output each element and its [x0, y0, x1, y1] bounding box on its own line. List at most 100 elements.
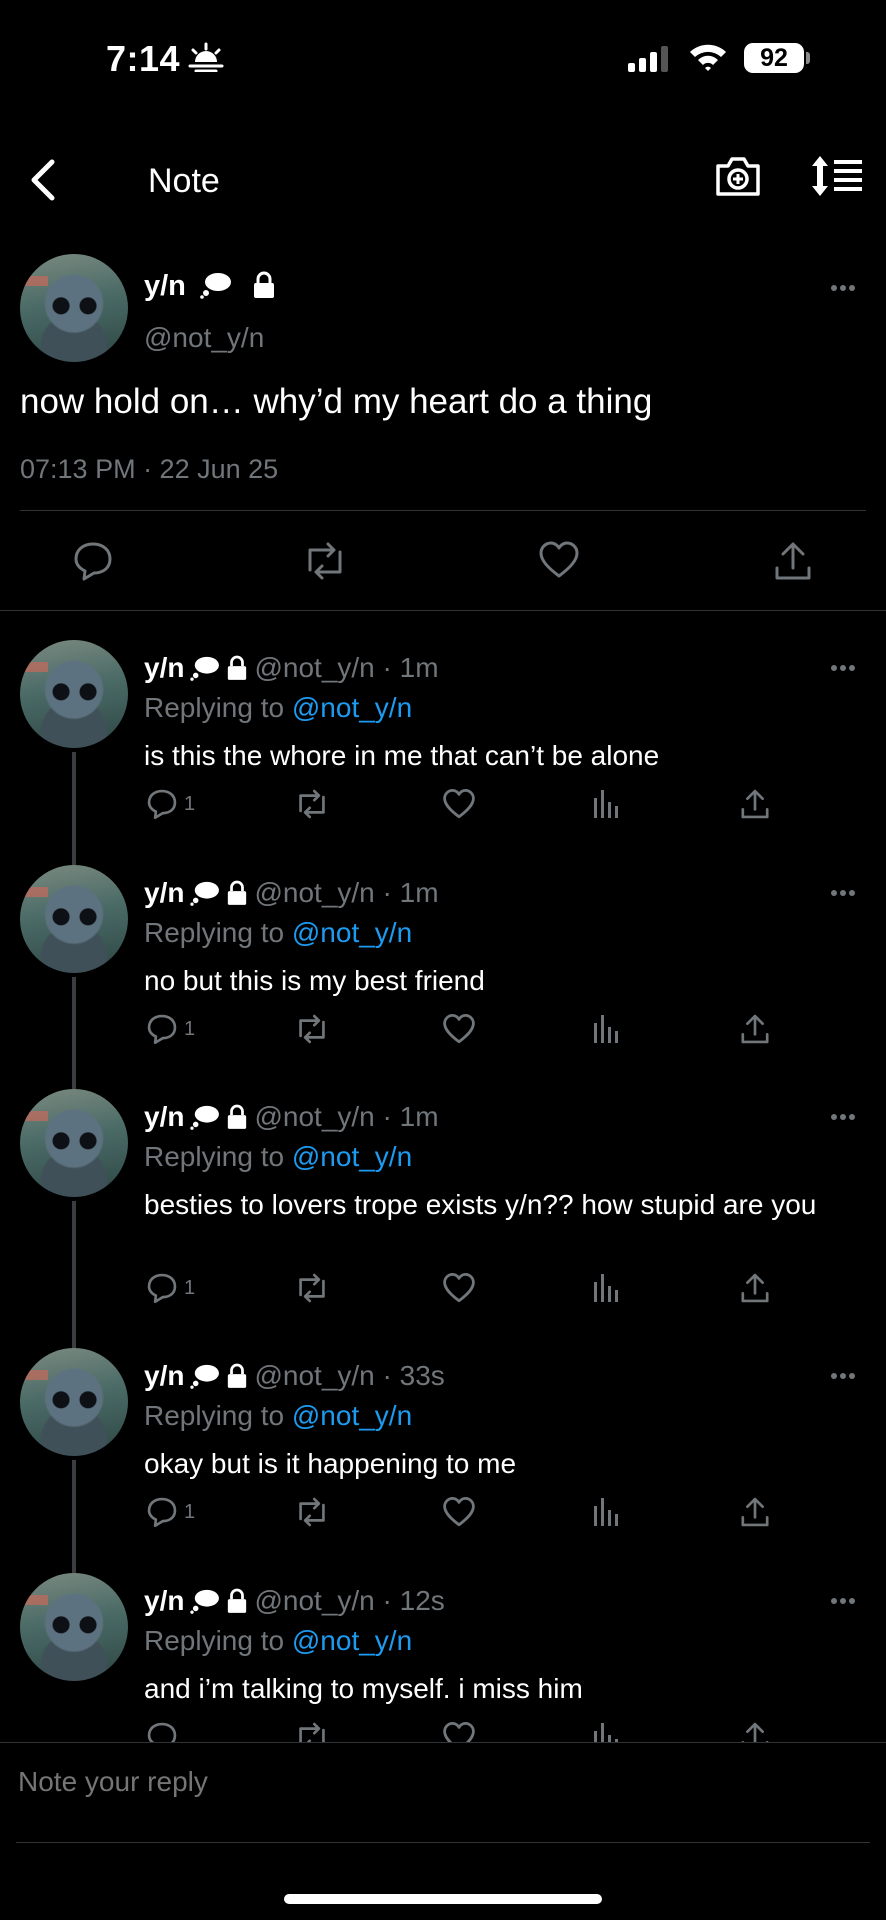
heart-icon[interactable]	[442, 788, 476, 820]
share-icon[interactable]	[739, 1272, 771, 1304]
replying-prefix: Replying to	[144, 1400, 292, 1431]
author-name: y/n	[144, 877, 185, 908]
avatar[interactable]	[20, 1573, 128, 1681]
reply-header: y/n @not_y/n · 1m	[144, 1101, 439, 1133]
thought-bubble-icon	[190, 1364, 220, 1389]
views-icon[interactable]	[592, 788, 622, 820]
lock-icon	[228, 1363, 247, 1388]
views-icon[interactable]	[592, 1013, 622, 1045]
more-icon[interactable]	[830, 889, 856, 897]
share-icon[interactable]	[772, 540, 814, 582]
heart-icon[interactable]	[538, 540, 580, 580]
author-name: y/n	[144, 1360, 185, 1391]
note-timestamp: 07:13 PM · 22 Jun 25	[20, 454, 279, 484]
divider	[16, 1842, 870, 1843]
comment-icon[interactable]	[146, 1496, 178, 1528]
sort-icon[interactable]	[810, 154, 864, 198]
battery-level: 92	[744, 43, 804, 73]
camera-plus-icon[interactable]	[714, 154, 762, 198]
more-icon[interactable]	[830, 284, 856, 292]
avatar[interactable]	[20, 1089, 128, 1197]
retweet-icon[interactable]	[302, 540, 348, 582]
author-name-row: y/n	[144, 270, 282, 303]
reply-item[interactable]: y/n @not_y/n · 1m Replying to @not_y/n b…	[0, 1089, 886, 1348]
thought-bubble-icon	[200, 273, 231, 299]
comment-icon[interactable]	[146, 1013, 178, 1045]
replying-to: Replying to @not_y/n	[144, 1625, 412, 1657]
handle-and-time: @not_y/n · 1m	[254, 877, 439, 908]
share-icon[interactable]	[739, 1013, 771, 1045]
author-handle[interactable]: @not_y/n	[144, 322, 264, 354]
reply-header: y/n @not_y/n · 12s	[144, 1585, 445, 1617]
retweet-icon[interactable]	[294, 788, 330, 820]
author-name: y/n	[144, 1585, 185, 1616]
reply-composer	[0, 1742, 886, 1843]
more-icon[interactable]	[830, 664, 856, 672]
avatar[interactable]	[20, 254, 128, 362]
nav-bar: Note	[0, 140, 886, 220]
share-icon[interactable]	[739, 1496, 771, 1528]
avatar[interactable]	[20, 1348, 128, 1456]
reply-input[interactable]	[16, 1765, 860, 1799]
retweet-icon[interactable]	[294, 1272, 330, 1304]
lock-icon	[228, 655, 247, 680]
avatar[interactable]	[20, 865, 128, 973]
reply-count: 1	[184, 1500, 196, 1523]
replying-to-link[interactable]: @not_y/n	[292, 917, 412, 948]
handle-and-time: @not_y/n · 1m	[254, 652, 439, 683]
replying-prefix: Replying to	[144, 917, 292, 948]
reply-header: y/n @not_y/n · 33s	[144, 1360, 445, 1392]
reply-actions: 1	[0, 1013, 886, 1053]
reply-count: 1	[184, 1276, 196, 1299]
thought-bubble-icon	[190, 1105, 220, 1130]
handle-and-time: @not_y/n · 1m	[254, 1101, 439, 1132]
back-icon[interactable]	[26, 158, 60, 202]
heart-icon[interactable]	[442, 1013, 476, 1045]
reply-item[interactable]: y/n @not_y/n · 1m Replying to @not_y/n i…	[0, 640, 886, 865]
reply-text: no but this is my best friend	[144, 965, 485, 996]
reply-actions: 1	[0, 788, 886, 828]
wifi-icon	[690, 44, 726, 71]
replying-to: Replying to @not_y/n	[144, 692, 412, 724]
more-icon[interactable]	[830, 1597, 856, 1605]
reply-item[interactable]: y/n @not_y/n · 33s Replying to @not_y/n …	[0, 1348, 886, 1573]
replying-prefix: Replying to	[144, 692, 292, 723]
comment-action[interactable]: 1	[146, 788, 195, 820]
heart-icon[interactable]	[442, 1272, 476, 1304]
replying-to-link[interactable]: @not_y/n	[292, 692, 412, 723]
page-title: Note	[148, 162, 220, 200]
divider	[0, 610, 886, 611]
lock-icon	[228, 1104, 247, 1129]
replying-to-link[interactable]: @not_y/n	[292, 1141, 412, 1172]
reply-count: 1	[184, 792, 196, 815]
more-icon[interactable]	[830, 1372, 856, 1380]
reply-item[interactable]: y/n @not_y/n · 12s Replying to @not_y/n …	[0, 1573, 886, 1753]
comment-action[interactable]: 1	[146, 1496, 195, 1528]
reply-header: y/n @not_y/n · 1m	[144, 877, 439, 909]
avatar[interactable]	[20, 640, 128, 748]
thought-bubble-icon	[190, 1589, 220, 1614]
replying-to: Replying to @not_y/n	[144, 1141, 412, 1173]
handle-and-time: @not_y/n · 33s	[254, 1360, 445, 1391]
views-icon[interactable]	[592, 1272, 622, 1304]
views-icon[interactable]	[592, 1496, 622, 1528]
share-icon[interactable]	[739, 788, 771, 820]
reply-item[interactable]: y/n @not_y/n · 1m Replying to @not_y/n n…	[0, 865, 886, 1089]
replying-to-link[interactable]: @not_y/n	[292, 1400, 412, 1431]
reply-actions: 1	[0, 1272, 886, 1312]
comment-action[interactable]: 1	[146, 1013, 195, 1045]
replying-to-link[interactable]: @not_y/n	[292, 1625, 412, 1656]
thought-bubble-icon	[190, 881, 220, 906]
retweet-icon[interactable]	[294, 1013, 330, 1045]
reply-count: 1	[184, 1017, 196, 1040]
retweet-icon[interactable]	[294, 1496, 330, 1528]
comment-icon[interactable]	[72, 540, 114, 582]
comment-icon[interactable]	[146, 788, 178, 820]
note-actions	[0, 540, 886, 590]
more-icon[interactable]	[830, 1113, 856, 1121]
comment-action[interactable]: 1	[146, 1272, 195, 1304]
reply-text: and i’m talking to myself. i miss him	[144, 1673, 583, 1704]
heart-icon[interactable]	[442, 1496, 476, 1528]
home-indicator[interactable]	[284, 1894, 602, 1904]
comment-icon[interactable]	[146, 1272, 178, 1304]
